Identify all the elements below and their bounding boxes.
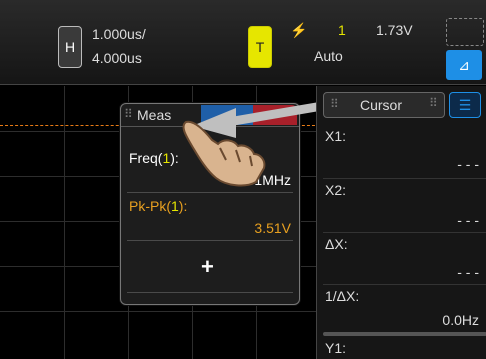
cursor-value-dx: - - - (457, 264, 479, 280)
cursor-value-x1: - - - (457, 156, 479, 172)
cursor-value-inv-dx: 0.0Hz (442, 312, 479, 328)
hand-pointer-icon (182, 120, 266, 187)
cursor-label-x1: X1: (325, 128, 347, 144)
list-icon[interactable]: ☰ (449, 92, 481, 118)
cursor-panel-title: Cursor (360, 97, 403, 113)
drag-grip-icon[interactable]: ⠿ (429, 96, 438, 110)
cursor-panel[interactable]: ⠿ Cursor ⠿ ☰ X1: - - - X2: - - - ΔX: - -… (316, 86, 486, 359)
scrollbar[interactable] (323, 332, 486, 336)
cursor-value-x2: - - - (457, 212, 479, 228)
cursor-label-y1: Y1: (325, 340, 347, 356)
drag-grip-icon[interactable]: ⠿ (330, 97, 339, 111)
cursor-label-inv-dx: 1/ΔX: (325, 288, 360, 304)
cursor-label-x2: X2: (325, 182, 347, 198)
cursor-tab[interactable]: ⠿ Cursor (323, 92, 445, 118)
cursor-label-dx: ΔX: (325, 236, 348, 252)
